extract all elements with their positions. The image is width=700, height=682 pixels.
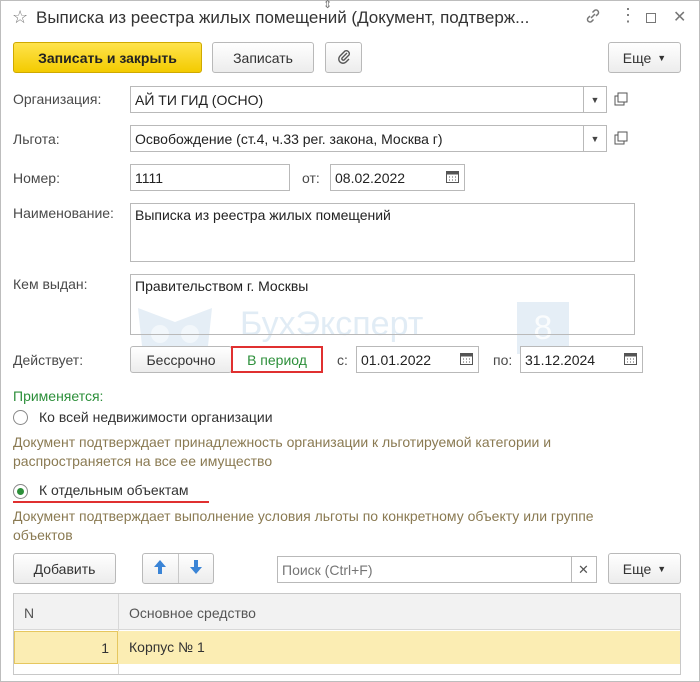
from-label: с: xyxy=(337,352,348,368)
radio-dot-icon xyxy=(17,488,24,495)
valid-indefinite-button[interactable]: Бессрочно xyxy=(130,346,232,373)
calendar-icon xyxy=(460,352,473,368)
table-more-label: Еще xyxy=(622,560,652,577)
chevron-down-icon: ▼ xyxy=(657,563,667,574)
clear-icon: ✕ xyxy=(578,561,589,577)
arrow-down-icon xyxy=(189,559,203,578)
radio-all-property-label[interactable]: Ко всей недвижимости организации xyxy=(39,409,273,425)
maximize-icon[interactable] xyxy=(646,13,656,23)
date-field[interactable]: 08.02.2022 xyxy=(330,164,442,191)
objects-table: N Основное средство 1 Корпус № 1 xyxy=(13,593,681,675)
calendar-icon xyxy=(446,170,459,186)
valid-period-button[interactable]: В период xyxy=(231,346,323,373)
valid-label: Действует: xyxy=(13,352,84,368)
issued-label: Кем выдан: xyxy=(13,276,88,292)
move-up-button[interactable] xyxy=(143,554,179,583)
name-label: Наименование: xyxy=(13,205,114,221)
number-field[interactable]: 1111 xyxy=(130,164,290,191)
attach-button[interactable] xyxy=(325,42,362,73)
move-down-button[interactable] xyxy=(179,554,214,583)
option-all-hint: Документ подтверждает принадлежность орг… xyxy=(13,434,552,469)
applies-header: Применяется: xyxy=(13,388,104,404)
column-header-asset[interactable]: Основное средство xyxy=(129,605,256,621)
benefit-label: Льгота: xyxy=(13,131,60,147)
option-selected-hint: Документ подтверждает выполнение условия… xyxy=(13,508,594,543)
save-button[interactable]: Записать xyxy=(212,42,314,73)
org-label: Организация: xyxy=(13,91,102,107)
org-field[interactable]: АЙ ТИ ГИД (ОСНО) xyxy=(130,86,584,113)
from-date-field[interactable]: 01.01.2022 xyxy=(356,346,456,373)
table-header xyxy=(14,594,680,630)
open-form-icon xyxy=(614,131,628,148)
issued-textarea[interactable]: Правительством г. Москвы xyxy=(130,274,635,335)
org-open-button[interactable] xyxy=(611,90,631,110)
to-date-field[interactable]: 31.12.2024 xyxy=(520,346,620,373)
radio-all-property[interactable] xyxy=(13,410,28,425)
star-icon[interactable]: ☆ xyxy=(12,7,28,28)
from-calendar-button[interactable] xyxy=(455,346,479,373)
to-calendar-button[interactable] xyxy=(619,346,643,373)
selected-option-underline xyxy=(13,501,209,503)
clear-search-button[interactable]: ✕ xyxy=(571,556,597,583)
menu-dots-icon[interactable]: ⋮ xyxy=(619,5,637,26)
table-row[interactable]: 1 Корпус № 1 xyxy=(14,631,680,664)
radio-separate-objects[interactable] xyxy=(13,484,28,499)
chevron-down-icon: ▼ xyxy=(590,133,600,144)
close-icon[interactable]: ✕ xyxy=(673,7,686,27)
benefit-open-button[interactable] xyxy=(611,129,631,149)
more-label: Еще xyxy=(622,49,652,66)
calendar-icon xyxy=(624,352,637,368)
save-close-button[interactable]: Записать и закрыть xyxy=(13,42,202,73)
to-label: по: xyxy=(493,352,513,368)
add-button[interactable]: Добавить xyxy=(13,553,116,584)
date-calendar-button[interactable] xyxy=(441,164,465,191)
benefit-dropdown-button[interactable]: ▼ xyxy=(583,125,607,152)
row-n-value: 1 xyxy=(101,640,109,656)
radio-separate-objects-label[interactable]: К отдельным объектам xyxy=(39,482,189,498)
link-icon[interactable] xyxy=(585,8,601,29)
move-handle-icon[interactable]: ⇕ xyxy=(323,0,332,11)
date-label: от: xyxy=(302,170,320,186)
row-n-cell: 1 xyxy=(14,631,118,664)
table-more-button[interactable]: Еще ▼ xyxy=(608,553,681,584)
paperclip-icon xyxy=(336,48,352,67)
benefit-field[interactable]: Освобождение (ст.4, ч.33 рег. закона, Мо… xyxy=(130,125,584,152)
window-title: Выписка из реестра жилых помещений (Доку… xyxy=(36,8,530,27)
name-textarea[interactable]: Выписка из реестра жилых помещений xyxy=(130,203,635,262)
arrow-up-icon xyxy=(153,559,167,578)
move-buttons-group xyxy=(142,553,214,584)
org-dropdown-button[interactable]: ▼ xyxy=(583,86,607,113)
search-input[interactable] xyxy=(277,556,572,583)
open-form-icon xyxy=(614,92,628,109)
chevron-down-icon: ▼ xyxy=(590,94,600,105)
row-asset-value: Корпус № 1 xyxy=(129,639,205,655)
chevron-down-icon: ▼ xyxy=(657,52,667,63)
column-header-n[interactable]: N xyxy=(24,605,34,621)
more-button[interactable]: Еще ▼ xyxy=(608,42,681,73)
number-label: Номер: xyxy=(13,170,60,186)
